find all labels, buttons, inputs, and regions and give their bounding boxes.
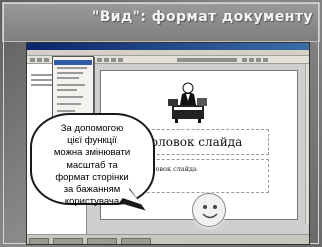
callout-line: за бажанням — [63, 184, 121, 196]
toolbar-button[interactable] — [118, 58, 123, 62]
toolbar-button[interactable] — [37, 58, 42, 62]
smiley-face-icon — [192, 193, 226, 227]
menu-item[interactable] — [57, 96, 83, 98]
toolbar-button[interactable] — [263, 58, 268, 62]
menu-item-highlighted[interactable] — [54, 60, 92, 65]
slide-title: "Вид": формат документу — [92, 9, 313, 25]
status-bar — [27, 234, 309, 244]
callout-line: масштаб та — [66, 159, 118, 171]
menu-item[interactable] — [57, 110, 75, 112]
toolbar-button[interactable] — [104, 58, 109, 62]
vertical-scrollbar[interactable] — [305, 64, 309, 224]
taskbar-item[interactable] — [121, 238, 151, 244]
toolbar-button[interactable] — [242, 58, 247, 62]
view-menu-dropdown — [52, 56, 94, 118]
menu-item[interactable] — [57, 89, 77, 91]
toolbar-button[interactable] — [111, 58, 116, 62]
menu-item[interactable] — [57, 67, 87, 69]
menu-item[interactable] — [57, 77, 79, 79]
callout-text: За допомогою цієї функції можна змінюват… — [46, 123, 138, 208]
toolbar-button[interactable] — [256, 58, 261, 62]
callout-line: формат сторінки — [55, 171, 129, 183]
taskbar-item[interactable] — [87, 238, 117, 244]
presentation-slide: "Вид": формат документу Заголовок слайда… — [0, 0, 322, 247]
menu-item[interactable] — [57, 72, 83, 74]
callout-line: можна змінювати — [53, 147, 131, 159]
font-selector[interactable] — [177, 58, 237, 62]
smiley-face-drawing — [202, 205, 218, 219]
toolbar-button[interactable] — [97, 58, 102, 62]
app-title-bar — [27, 43, 309, 50]
callout-line: За допомогою — [60, 123, 124, 134]
toolbar-button[interactable] — [249, 58, 254, 62]
toolbar-button[interactable] — [30, 58, 35, 62]
menu-item[interactable] — [57, 103, 81, 105]
menu-item[interactable] — [57, 84, 85, 86]
businessman-clipart-icon — [168, 82, 207, 123]
taskbar-item[interactable] — [53, 238, 83, 244]
callout-line: користувача — [64, 196, 120, 208]
callout-line: цієї функції — [67, 135, 117, 147]
toolbar-button[interactable] — [44, 58, 49, 62]
start-button[interactable] — [29, 238, 49, 244]
